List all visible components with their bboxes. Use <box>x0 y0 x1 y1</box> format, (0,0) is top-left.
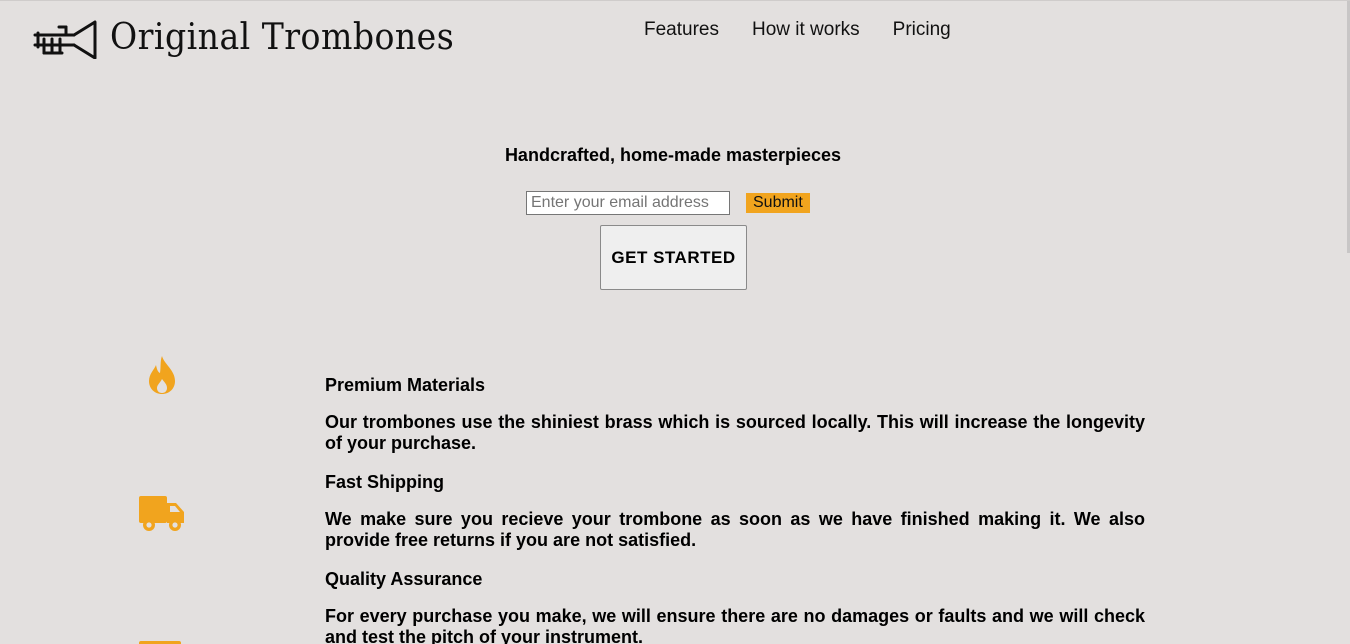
truck-icon <box>139 496 184 531</box>
feature-title-quality-assurance: Quality Assurance <box>325 569 483 589</box>
trumpet-icon <box>33 20 97 59</box>
page: Original Trombones Features How it works… <box>0 0 1350 644</box>
nav-link-features[interactable]: Features <box>644 19 719 41</box>
hero-tagline: Handcrafted, home-made masterpieces <box>504 145 842 165</box>
logo-text: Original Trombones <box>110 16 455 58</box>
feature-title-premium-materials: Premium Materials <box>325 375 486 395</box>
main-nav: Features How it works Pricing <box>644 19 951 41</box>
signup-form: Submit <box>526 191 810 215</box>
submit-button[interactable]: Submit <box>746 193 810 213</box>
feature-description-premium-materials: Our trombones use the shiniest brass whi… <box>325 412 1145 453</box>
battery-icon <box>139 641 181 644</box>
hero-section: Handcrafted, home-made masterpieces <box>0 145 1350 166</box>
fire-icon <box>149 356 175 394</box>
email-input[interactable] <box>526 191 730 215</box>
features-section: Premium Materials Our trombones use the … <box>325 374 1145 644</box>
get-started-button[interactable]: GET STARTED <box>600 225 747 290</box>
header-logo[interactable]: Original Trombones <box>32 15 484 59</box>
nav-link-pricing[interactable]: Pricing <box>893 19 951 41</box>
feature-title-fast-shipping: Fast Shipping <box>325 472 444 492</box>
nav-link-how-it-works[interactable]: How it works <box>752 19 860 41</box>
feature-description-fast-shipping: We make sure you recieve your trombone a… <box>325 509 1145 550</box>
feature-description-quality-assurance: For every purchase you make, we will ens… <box>325 606 1145 644</box>
